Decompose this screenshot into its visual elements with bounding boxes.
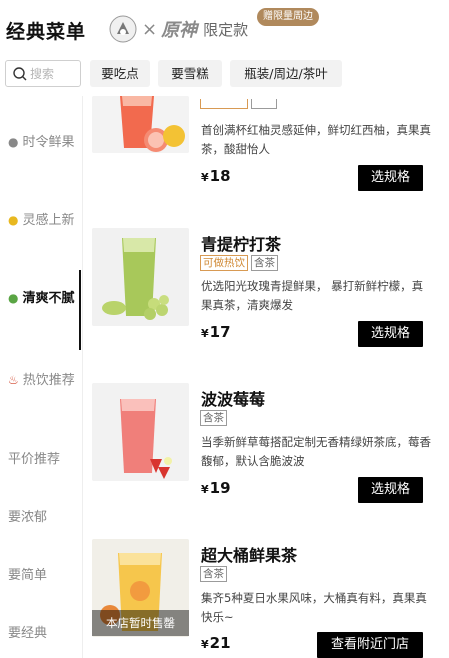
sidebar-item-label: 时令鲜果 xyxy=(22,135,75,150)
filter-chip-eat[interactable]: 要吃点 xyxy=(90,60,150,87)
product-name: 波波莓莓 xyxy=(201,390,266,409)
product-price: ¥17 xyxy=(201,323,231,341)
product-name: 超大桶鲜果茶 xyxy=(201,546,298,565)
limited-label: 限定款 xyxy=(203,20,249,39)
filter-chip-bottled[interactable]: 瓶装/周边/茶叶 xyxy=(230,60,342,87)
sidebar-item-refreshing[interactable]: ● 清爽不腻 xyxy=(8,288,78,309)
category-sidebar: ● 时令鲜果 ● 灵感上新 ● 清爽不腻 ♨ 热饮推荐 平价推荐 要浓郁 要简单 要经典 xyxy=(0,96,82,658)
product-tags: 含茶 xyxy=(200,566,230,582)
grapefruit-drink-image xyxy=(92,96,189,153)
sidebar-divider xyxy=(82,96,83,658)
filter-chip-icecream[interactable]: 要雪糕 xyxy=(158,60,222,87)
sidebar-item-classic[interactable]: 要经典 xyxy=(8,623,78,644)
tag xyxy=(251,99,277,109)
product-tags: 含茶 xyxy=(200,410,230,426)
gift-badge: 赠限量周边 xyxy=(257,8,319,26)
sidebar-item-new[interactable]: ● 灵感上新 xyxy=(8,210,78,231)
product-image[interactable] xyxy=(92,228,189,326)
page-title: 经典菜单 xyxy=(6,21,87,43)
product-desc: 当季新鲜草莓搭配定制无香精绿妍茶底，莓香馥郁，默认含脆波波 xyxy=(201,435,431,468)
product-image[interactable] xyxy=(92,96,189,153)
product-price: ¥21 xyxy=(201,634,231,652)
select-spec-button[interactable]: 选规格 xyxy=(358,165,423,191)
sidebar-item-label: 热饮推荐 xyxy=(22,373,75,388)
tag-contains-tea: 含茶 xyxy=(200,566,227,582)
genshin-logo: 原神 xyxy=(161,20,198,41)
select-spec-button[interactable]: 选规格 xyxy=(358,321,423,347)
sidebar-item-simple[interactable]: 要简单 xyxy=(8,565,78,586)
sidebar-active-indicator xyxy=(79,270,81,350)
sold-out-overlay: 本店暂时售罄 xyxy=(92,610,189,636)
select-spec-button[interactable]: 选规格 xyxy=(358,477,423,503)
sidebar-item-label: 灵感上新 xyxy=(22,213,75,228)
nearby-stores-button[interactable]: 查看附近门店 xyxy=(317,632,423,658)
hot-steam-icon: ♨ xyxy=(8,373,19,387)
sidebar-item-seasonal[interactable]: ● 时令鲜果 xyxy=(8,132,78,153)
product-desc: 集齐5种夏日水果风味，大桶真有料，真果真快乐~ xyxy=(201,591,427,624)
product-price: ¥19 xyxy=(201,479,231,497)
sidebar-item-budget[interactable]: 平价推荐 xyxy=(8,449,78,470)
lightbulb-icon: ● xyxy=(8,213,19,227)
product-image[interactable] xyxy=(92,383,189,481)
product-price: ¥18 xyxy=(201,167,231,185)
product-desc: 优选阳光玫瑰青提鲜果， 暴打新鲜柠檬，真果真茶，清爽爆发 xyxy=(201,279,424,312)
sidebar-item-rich[interactable]: 要浓郁 xyxy=(8,507,78,528)
search-input[interactable]: 搜索 xyxy=(5,60,81,87)
tag-hot-option: 可做热饮 xyxy=(200,255,248,271)
sidebar-item-hot[interactable]: ♨ 热饮推荐 xyxy=(8,370,78,391)
tag-contains-tea: 含茶 xyxy=(200,410,227,426)
product-desc: 首创满杯红柚灵感延伸，鲜切红西柚，真果真茶，酸甜怡人 xyxy=(201,123,431,156)
sidebar-item-label: 清爽不腻 xyxy=(22,291,75,306)
green-grape-drink-image xyxy=(92,228,189,326)
product-tags: 可做热饮 含茶 xyxy=(200,255,281,271)
product-name: 青提柠打茶 xyxy=(201,235,282,254)
heytea-logo-icon xyxy=(109,15,137,43)
search-placeholder: 搜索 xyxy=(30,67,55,81)
header: 经典菜单 × 原神 限定款 赠限量周边 xyxy=(0,0,449,56)
collab-x: × xyxy=(142,18,158,40)
product-tags xyxy=(200,99,280,109)
coconut-icon: ● xyxy=(8,135,19,149)
tag-contains-tea: 含茶 xyxy=(251,255,278,271)
leaf-icon: ● xyxy=(8,291,19,305)
collab-banner[interactable]: × 原神 限定款 xyxy=(108,12,248,46)
strawberry-drink-image xyxy=(92,383,189,481)
search-icon xyxy=(13,66,27,80)
tag xyxy=(200,99,248,109)
